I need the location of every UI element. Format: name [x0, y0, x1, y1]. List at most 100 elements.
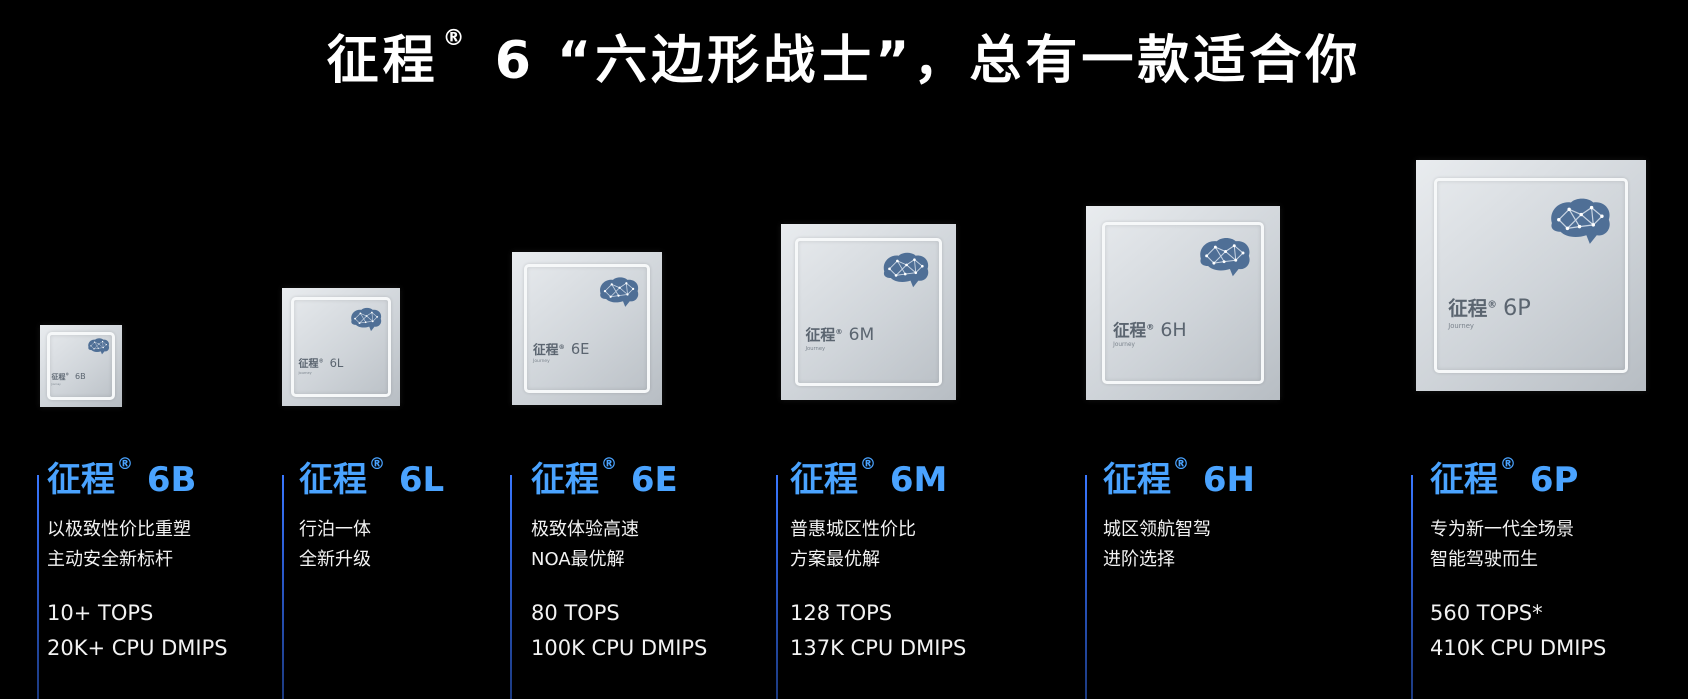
- spec-dmips: 137K CPU DMIPS: [790, 636, 967, 660]
- brain-network-icon: [879, 250, 932, 290]
- model-name: 6M: [878, 460, 948, 500]
- chip-sub: Journey: [805, 346, 826, 353]
- chip-6b: 征程® 6B Journey: [40, 325, 122, 407]
- model-brand: 征程: [1103, 460, 1171, 500]
- spec-tops: 80 TOPS: [531, 601, 620, 625]
- description-line: 全新升级: [299, 549, 371, 570]
- timeline-line: [510, 475, 512, 699]
- chip-reg: ®: [558, 342, 565, 351]
- chip-model: 6P: [1503, 294, 1531, 321]
- model-description: 专为新一代全场景 智能驾驶而生: [1430, 515, 1574, 575]
- model-description: 极致体验高速 NOA最优解: [531, 515, 639, 575]
- description-line: 以极致性价比重塑: [47, 519, 191, 540]
- model-brand: 征程: [47, 460, 115, 500]
- chip-6e: 征程® 6E Journey: [512, 252, 662, 405]
- chip-brand: 征程®: [533, 342, 565, 359]
- model-title-6b: 征程 ® 6B: [47, 452, 196, 501]
- model-name: 6E: [619, 460, 678, 500]
- description-line: 智能驾驶而生: [1430, 549, 1538, 570]
- chip-mark: 征程® 6P Journey: [1448, 292, 1531, 330]
- description-line: 普惠城区性价比: [790, 519, 916, 540]
- chip-6l: 征程® 6L Journey: [282, 288, 400, 406]
- spec-dmips: 100K CPU DMIPS: [531, 636, 708, 660]
- model-reg: ®: [860, 454, 876, 473]
- spec-tops: 128 TOPS: [790, 601, 893, 625]
- model-reg: ®: [369, 454, 385, 473]
- timeline-line: [37, 475, 39, 699]
- model-brand: 征程: [1430, 460, 1498, 500]
- model-title-6m: 征程 ® 6M: [790, 452, 947, 501]
- headline-reg: ®: [442, 26, 469, 51]
- chip-model: 6E: [570, 341, 590, 359]
- spec-tops: 10+ TOPS: [47, 601, 154, 625]
- model-specs: 128 TOPS 137K CPU DMIPS: [790, 596, 966, 666]
- chip-brand: 征程®: [1113, 320, 1155, 340]
- chip-sub: Journey: [298, 371, 312, 376]
- chip-brand: 征程®: [298, 358, 324, 371]
- brain-network-icon: [86, 337, 111, 356]
- chip-mark: 征程® 6M Journey: [806, 324, 875, 352]
- model-title-6l: 征程 ® 6L: [299, 452, 444, 501]
- chip-model: 6B: [74, 371, 86, 381]
- brain-network-icon: [348, 306, 383, 333]
- chip-brand: 征程®: [51, 372, 69, 381]
- page-headline: 征程 ® 6 “六边形战士”，总有一款适合你: [0, 18, 1688, 93]
- model-reg: ®: [601, 454, 617, 473]
- chip-reg: ®: [65, 372, 69, 377]
- model-specs: 560 TOPS* 410K CPU DMIPS: [1430, 596, 1606, 666]
- chip-model: 6M: [848, 325, 875, 346]
- chip-reg: ®: [1487, 299, 1498, 311]
- headline-rest: 6 “六边形战士”，总有一款适合你: [472, 31, 1362, 91]
- model-name: 6B: [135, 460, 197, 500]
- model-reg: ®: [1500, 454, 1516, 473]
- chip-mark: 征程® 6E Journey: [533, 339, 589, 364]
- model-specs: 10+ TOPS 20K+ CPU DMIPS: [47, 596, 228, 666]
- brain-network-icon: [596, 275, 641, 310]
- chip-reg: ®: [318, 358, 324, 365]
- description-line: NOA最优解: [531, 549, 625, 570]
- chip-reg: ®: [1146, 321, 1155, 332]
- model-description: 城区领航智驾 进阶选择: [1103, 515, 1211, 575]
- chip-sub: Journey: [1448, 321, 1474, 330]
- timeline-line: [282, 475, 284, 699]
- chip-reg: ®: [835, 327, 843, 337]
- chip-6m: 征程® 6M Journey: [781, 224, 956, 400]
- description-line: 主动安全新标杆: [47, 549, 173, 570]
- model-description: 以极致性价比重塑 主动安全新标杆: [47, 515, 191, 575]
- description-line: 城区领航智驾: [1103, 519, 1211, 540]
- chip-model: 6L: [329, 356, 344, 371]
- chip-sub: Journey: [1113, 341, 1135, 348]
- chip-model: 6H: [1160, 318, 1187, 341]
- description-line: 极致体验高速: [531, 519, 639, 540]
- model-brand: 征程: [531, 460, 599, 500]
- timeline-line: [1085, 475, 1087, 699]
- timeline-line: [776, 475, 778, 699]
- description-line: 行泊一体: [299, 519, 371, 540]
- spec-dmips: 20K+ CPU DMIPS: [47, 636, 228, 660]
- model-name: 6H: [1191, 460, 1255, 500]
- model-reg: ®: [1173, 454, 1189, 473]
- model-description: 行泊一体 全新升级: [299, 515, 371, 575]
- description-line: 专为新一代全场景: [1430, 519, 1574, 540]
- chip-brand: 征程®: [1448, 296, 1498, 320]
- chip-sub: Journey: [533, 359, 550, 365]
- spec-tops: 560 TOPS*: [1430, 601, 1543, 625]
- description-line: 进阶选择: [1103, 549, 1175, 570]
- model-description: 普惠城区性价比 方案最优解: [790, 515, 916, 575]
- headline-brand: 征程: [326, 31, 439, 91]
- model-name: 6L: [387, 460, 445, 500]
- chip-6h: 征程® 6H Journey: [1086, 206, 1280, 400]
- model-title-6e: 征程 ® 6E: [531, 452, 678, 501]
- chip-mark: 征程® 6B Journey: [51, 372, 85, 386]
- chip-mark: 征程® 6L Journey: [299, 355, 344, 375]
- description-line: 方案最优解: [790, 549, 880, 570]
- brain-network-icon: [1545, 195, 1614, 248]
- chip-brand: 征程®: [805, 326, 843, 345]
- chip-sub: Journey: [51, 382, 61, 386]
- model-name: 6P: [1518, 460, 1579, 500]
- model-reg: ®: [117, 454, 133, 473]
- model-title-6p: 征程 ® 6P: [1430, 452, 1578, 501]
- brain-network-icon: [1195, 235, 1253, 280]
- model-specs: 80 TOPS 100K CPU DMIPS: [531, 596, 707, 666]
- timeline-line: [1411, 475, 1413, 699]
